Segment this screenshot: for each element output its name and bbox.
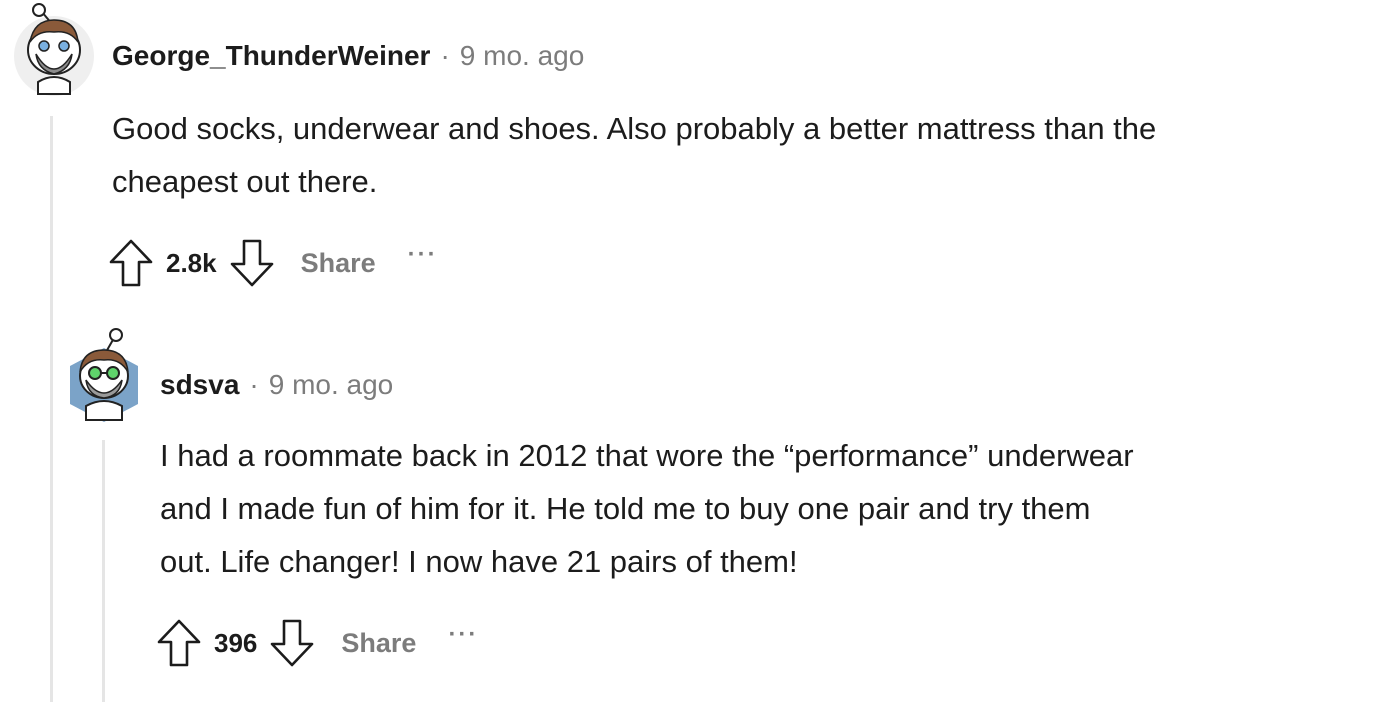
author-name[interactable]: George_ThunderWeiner <box>112 40 430 72</box>
thread-line-root[interactable] <box>50 116 53 702</box>
comment-body-line: I had a roommate back in 2012 that wore … <box>160 438 1134 473</box>
more-options-button[interactable]: ··· <box>408 241 438 269</box>
timestamp[interactable]: 9 mo. ago <box>460 40 585 72</box>
timestamp[interactable]: 9 mo. ago <box>269 369 394 401</box>
comment-body-line: cheapest out there. <box>112 164 378 199</box>
upvote-button[interactable] <box>156 618 202 668</box>
comment-actions: 2.8k Share ··· <box>108 238 438 288</box>
meta-separator: · <box>249 369 259 400</box>
comment-body: Good socks, underwear and shoes. Also pr… <box>112 102 1372 208</box>
downvote-button[interactable] <box>269 618 315 668</box>
comment-body-line: and I made fun of him for it. He told me… <box>160 491 1091 526</box>
avatar[interactable] <box>66 326 142 422</box>
snoo-avatar-bearded-icon <box>14 3 94 96</box>
meta-separator: · <box>440 40 450 71</box>
vote-score: 396 <box>214 627 258 658</box>
avatar[interactable] <box>12 2 96 98</box>
vote-score: 2.8k <box>166 247 217 278</box>
more-options-button[interactable]: ··· <box>448 621 478 649</box>
comment-meta: George_ThunderWeiner · 9 mo. ago <box>112 40 584 72</box>
upvote-button[interactable] <box>108 238 154 288</box>
share-button[interactable]: Share <box>341 628 416 659</box>
comment-body-line: Good socks, underwear and shoes. Also pr… <box>112 111 1157 146</box>
author-name[interactable]: sdsva <box>160 369 239 401</box>
comment-meta: sdsva · 9 mo. ago <box>160 369 393 401</box>
snoo-avatar-glasses-icon <box>70 328 138 422</box>
comment-body: I had a roommate back in 2012 that wore … <box>160 429 1370 588</box>
comment-actions: 396 Share ··· <box>156 618 478 668</box>
arrow-up-outline-icon <box>157 619 201 667</box>
thread-line-reply[interactable] <box>102 440 105 702</box>
downvote-button[interactable] <box>229 238 275 288</box>
comment-body-line: out. Life changer! I now have 21 pairs o… <box>160 544 798 579</box>
share-button[interactable]: Share <box>301 248 376 279</box>
arrow-down-outline-icon <box>230 239 273 287</box>
arrow-up-outline-icon <box>109 239 153 287</box>
arrow-down-outline-icon <box>271 619 314 667</box>
